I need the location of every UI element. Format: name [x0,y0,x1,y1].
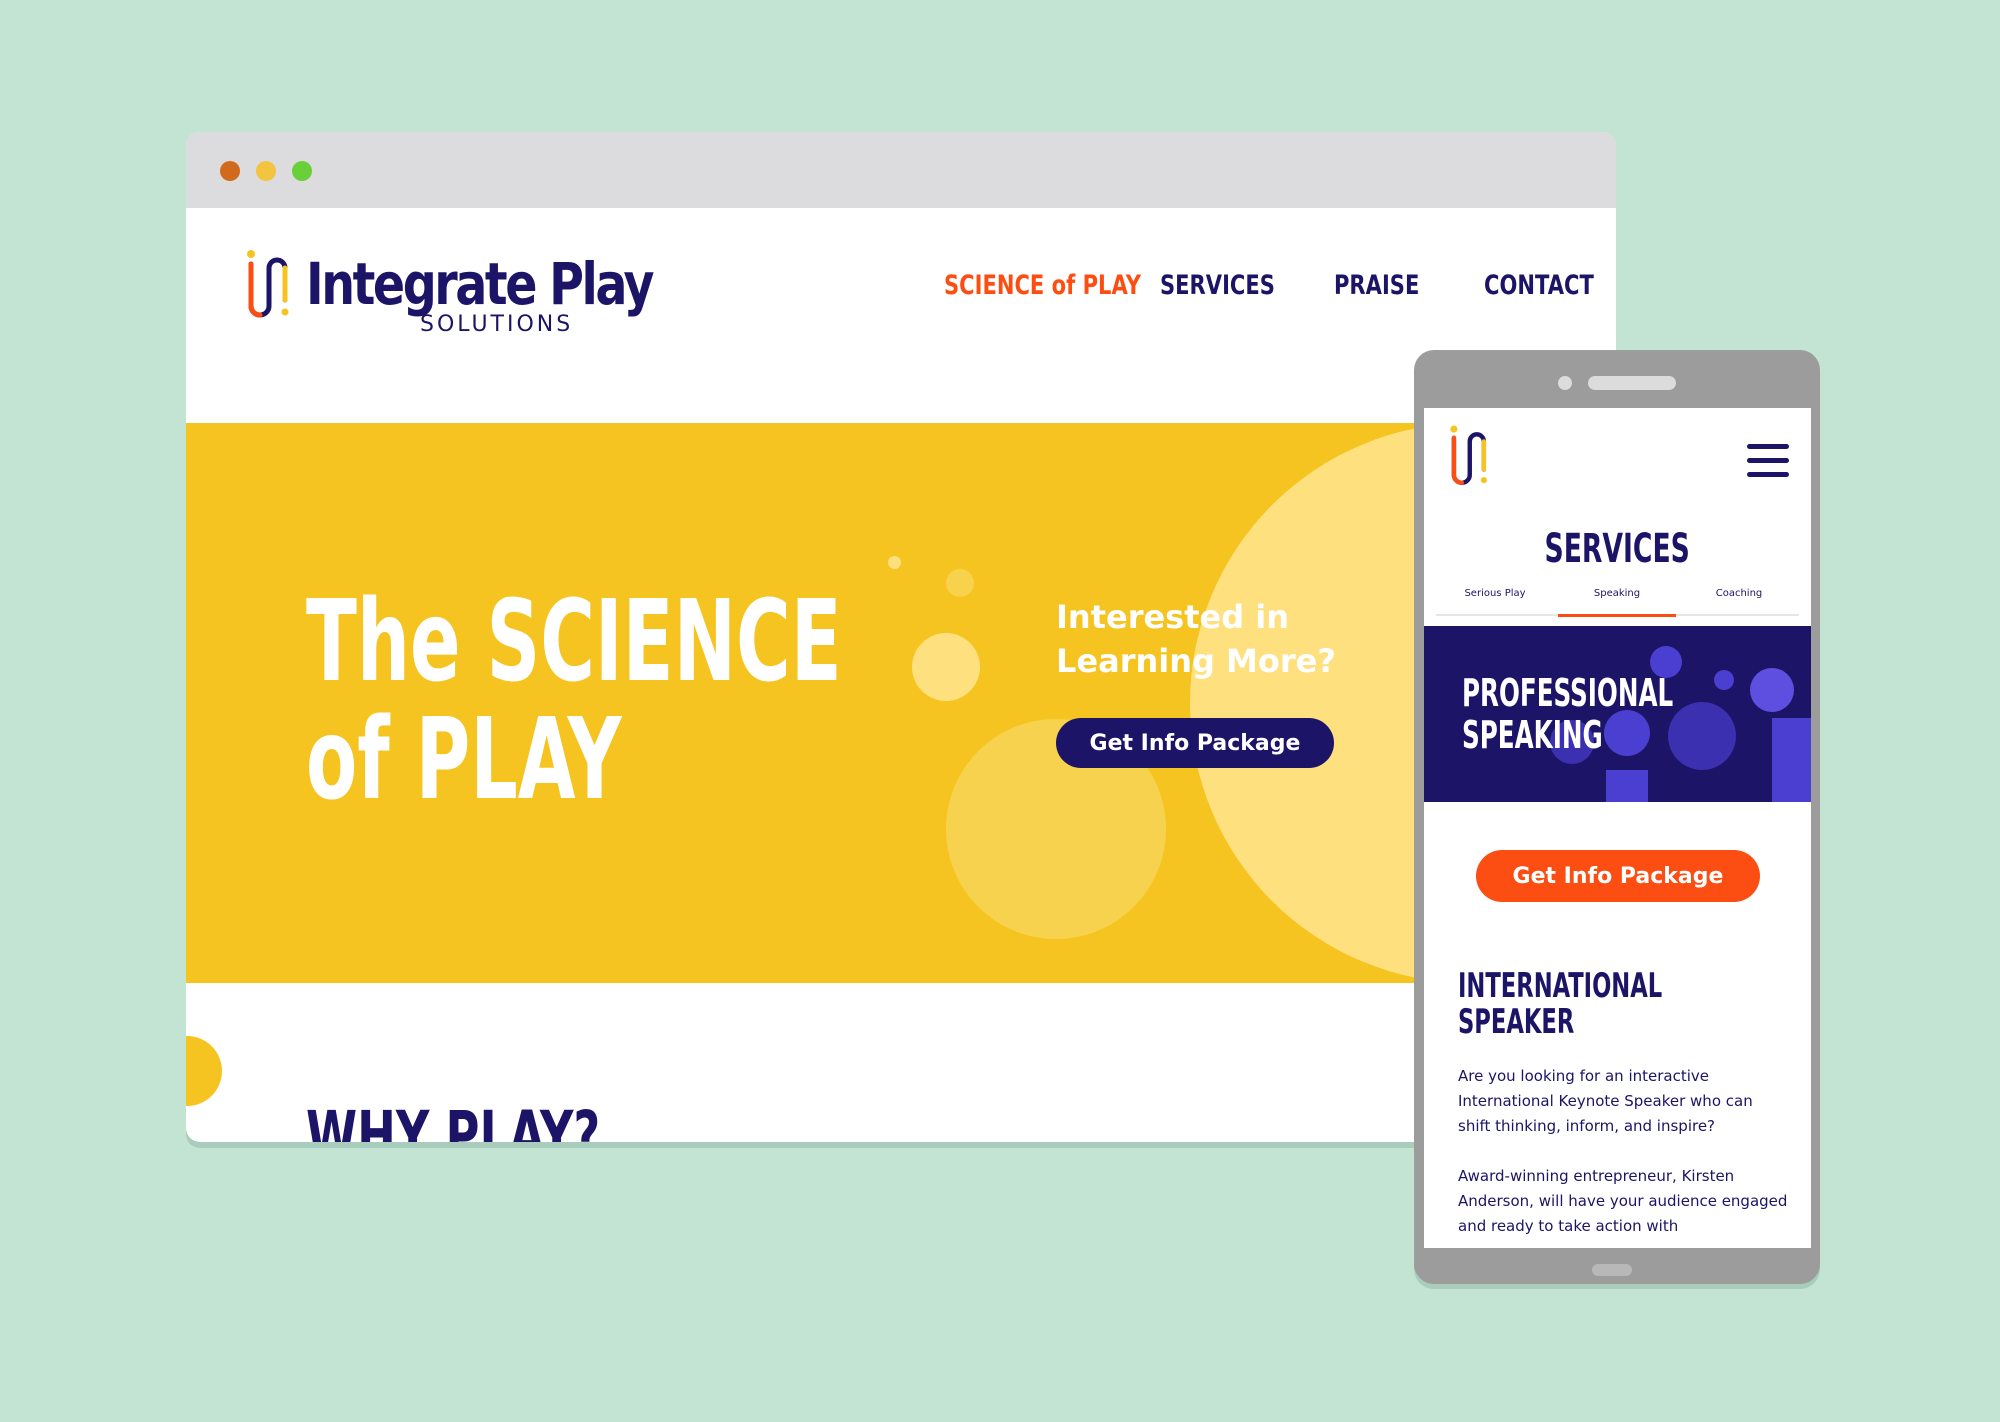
close-dot-icon[interactable] [220,161,240,181]
logo-subtitle: SOLUTIONS [420,312,574,337]
banner-decor-bar-1 [1606,770,1648,802]
hero-decor-circle-small [912,633,980,701]
banner-decor-bar-2 [1772,718,1811,802]
browser-title-bar [186,132,1616,208]
site-logo[interactable]: Integrate Play SOLUTIONS [242,248,655,348]
integrate-play-logo-icon [247,250,289,318]
hero-title: The SCIENCE of PLAY [306,583,842,819]
mobile-logo-icon[interactable] [1446,422,1490,496]
hamburger-menu-icon[interactable] [1747,444,1789,480]
hero-decor-dot-1 [946,569,974,597]
professional-speaking-banner: PROFESSIONAL SPEAKING [1424,626,1811,802]
nav-services[interactable]: SERVICES [1160,270,1275,301]
minimize-dot-icon[interactable] [256,161,276,181]
phone-home-button[interactable] [1592,1264,1632,1276]
banner-title: PROFESSIONAL SPEAKING [1462,671,1674,757]
mobile-screen: SERVICES Serious Play Speaking Coaching … [1424,408,1811,1248]
logo-name: Integrate Play [306,250,655,318]
tab-coaching[interactable]: Coaching [1680,588,1798,614]
hero-title-line1: The SCIENCE [306,577,842,707]
phone-camera-icon [1558,376,1572,390]
bio-paragraph: Award-winning entrepreneur, Kirsten Ande… [1458,1167,1788,1235]
intro-paragraph: Are you looking for an interactive Inter… [1458,1067,1753,1135]
hero-title-line2: of PLAY [306,695,622,825]
get-info-package-button[interactable]: Get Info Package [1056,718,1334,768]
tab-serious-play[interactable]: Serious Play [1436,588,1554,614]
nav-science-of-play[interactable]: SCIENCE of PLAY [944,270,1141,301]
nav-contact[interactable]: CONTACT [1484,270,1594,301]
mobile-tabs: Serious Play Speaking Coaching [1436,588,1799,617]
banner-decor-circle-5 [1750,668,1794,712]
section-decor-circle [186,1036,222,1106]
phone-speaker [1588,376,1676,390]
desktop-browser-window: Integrate Play SOLUTIONS SCIENCE of PLAY… [186,132,1616,1142]
nav-praise[interactable]: PRAISE [1334,270,1419,301]
site-header: Integrate Play SOLUTIONS SCIENCE of PLAY… [186,208,1616,426]
mobile-get-info-package-button[interactable]: Get Info Package [1476,850,1760,902]
hero-decor-dot-2 [888,556,901,569]
maximize-dot-icon[interactable] [292,161,312,181]
tab-speaking[interactable]: Speaking [1558,588,1676,617]
mobile-page-title: SERVICES [1544,526,1691,572]
why-play-heading: WHY PLAY? [306,1097,601,1142]
international-speaker-heading: INTERNATIONAL SPEAKER [1458,966,1663,1042]
banner-decor-circle-4 [1714,670,1734,690]
hero-section: The SCIENCE of PLAY Interested in Learni… [186,423,1616,983]
hero-cta-text: Interested in Learning More? [1056,598,1336,680]
mobile-phone-frame: SERVICES Serious Play Speaking Coaching … [1414,350,1820,1284]
banner-decor-circle-2 [1668,702,1736,770]
